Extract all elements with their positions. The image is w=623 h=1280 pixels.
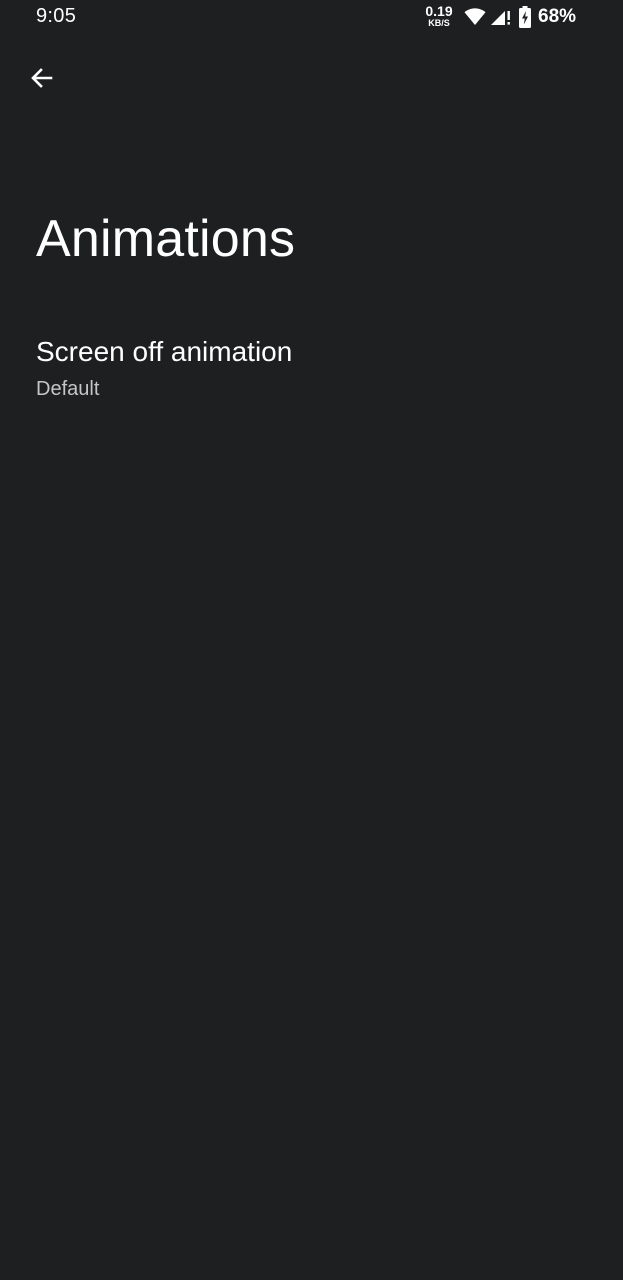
network-speed-unit: KB/S	[428, 18, 450, 28]
wifi-icon	[464, 8, 486, 25]
setting-summary: Default	[36, 378, 100, 400]
network-speed-value: 0.19	[425, 3, 453, 19]
battery-charging-icon	[519, 6, 531, 28]
network-speed: 0.19 KB/S	[421, 4, 457, 28]
back-button[interactable]	[20, 56, 64, 100]
back-arrow-icon	[31, 68, 53, 88]
status-time: 9:05	[36, 5, 77, 27]
setting-title: Screen off animation	[36, 336, 293, 367]
battery-percentage: 68%	[538, 6, 577, 27]
status-bar: 9:05 0.19 KB/S 68%	[0, 0, 623, 36]
setting-screen-off-animation[interactable]: Screen off animation Default	[0, 318, 623, 426]
page-title: Animations	[36, 210, 296, 268]
signal-icon	[491, 11, 510, 25]
